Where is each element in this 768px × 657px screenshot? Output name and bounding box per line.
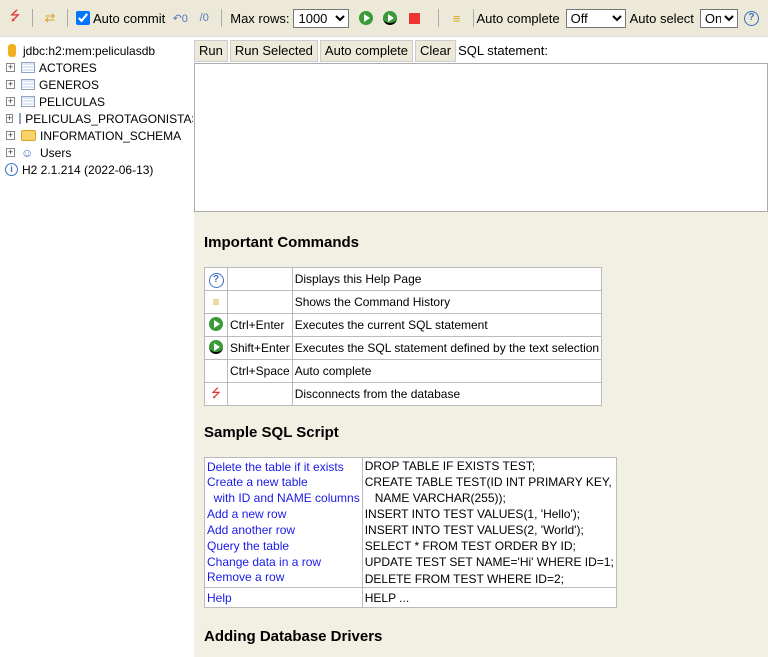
table-row: Query the table SELECT * FROM TEST ORDER … (204, 538, 617, 554)
max-rows-select[interactable]: 1000 (293, 8, 350, 28)
table-row: Shift+Enter Executes the SQL statement de… (204, 336, 603, 360)
auto-commit-label: Auto commit (93, 10, 166, 26)
tree-item-peliculas[interactable]: + PELICULAS (0, 93, 193, 110)
info-icon: i (5, 163, 18, 176)
help-link[interactable]: Help (207, 591, 232, 605)
connection-node[interactable]: jdbc:h2:mem:peliculasdb (0, 42, 193, 59)
sample-link[interactable]: with ID and NAME columns (207, 491, 360, 505)
separator (221, 9, 223, 27)
clear-button[interactable]: Clear (415, 39, 457, 62)
table-row: ⭍ Disconnects from the database (204, 382, 603, 406)
max-rows-label: Max rows: (230, 10, 290, 26)
commit-icon[interactable]: /0 (195, 9, 213, 27)
auto-complete-button[interactable]: Auto complete (319, 39, 414, 62)
sample-sql-title: Sample SQL Script (204, 424, 339, 441)
separator (473, 9, 475, 27)
table-icon (19, 113, 22, 124)
rollback-icon[interactable]: ↶0 (171, 9, 189, 27)
version-node: i H2 2.1.214 (2022-06-13) (0, 161, 193, 178)
auto-select-select[interactable]: On (699, 8, 738, 28)
help-icon[interactable]: ? (743, 10, 759, 26)
folder-icon (21, 130, 36, 141)
expand-icon[interactable]: + (6, 131, 15, 140)
tree-item-peliculas-protagonistas[interactable]: + PELICULAS_PROTAGONISTAS (0, 110, 193, 127)
tree-item-generos[interactable]: + GENEROS (0, 76, 193, 93)
sample-link[interactable]: Delete the table if it exists (207, 460, 344, 474)
table-row: ≡ Shows the Command History (204, 290, 603, 314)
sql-statement-label: SQL statement: (458, 43, 548, 58)
expand-icon[interactable]: + (6, 80, 15, 89)
refresh-icon[interactable]: ⇄ (41, 9, 59, 27)
sample-link[interactable]: Create a new table (207, 475, 308, 489)
table-row: Ctrl+Space Auto complete (204, 359, 603, 383)
sample-link[interactable]: Change data in a row (207, 555, 321, 569)
table-row: Remove a row DELETE FROM TEST WHERE ID=2; (204, 570, 617, 588)
tree-item-information-schema[interactable]: + INFORMATION_SCHEMA (0, 127, 193, 144)
disconnect-icon: ⭍ (204, 382, 228, 406)
commands-table: ? Displays this Help Page ≡ Shows the Comm… (204, 267, 603, 406)
stop-icon[interactable] (409, 12, 421, 24)
table-row: with ID and NAME columns NAME VARCHAR(25… (204, 490, 617, 506)
sql-input[interactable] (194, 63, 768, 212)
history-icon[interactable]: ≡ (447, 9, 465, 27)
disconnect-icon[interactable]: ⭍ (6, 8, 24, 27)
auto-select-label: Auto select (629, 10, 694, 26)
run-icon (209, 316, 223, 331)
expand-icon[interactable]: + (6, 114, 14, 123)
auto-complete-select[interactable]: Off (565, 8, 626, 28)
adding-drivers-title: Adding Database Drivers (204, 628, 383, 645)
sample-link[interactable]: Query the table (207, 539, 289, 553)
sample-link[interactable]: Remove a row (207, 570, 284, 584)
separator (438, 9, 440, 27)
table-row: Create a new table CREATE TABLE TEST(ID I… (204, 474, 617, 490)
run-icon[interactable] (359, 11, 374, 25)
users-icon: ☺ (21, 145, 34, 160)
table-row: Change data in a row UPDATE TEST SET NAME… (204, 554, 617, 570)
table-icon (21, 79, 35, 90)
sample-link[interactable]: Add another row (207, 523, 295, 537)
table-row: Ctrl+Enter Executes the current SQL state… (204, 313, 603, 337)
expand-icon[interactable]: + (6, 63, 15, 72)
tree-item-actores[interactable]: + ACTORES (0, 59, 193, 76)
table-icon (21, 96, 35, 107)
run-selected-icon[interactable] (383, 11, 398, 25)
table-icon (21, 62, 35, 73)
table-row: Add a new row INSERT INTO TEST VALUES(1, … (204, 506, 617, 522)
table-row: Help HELP ... (204, 587, 617, 608)
table-row: Add another row INSERT INTO TEST VALUES(2… (204, 522, 617, 538)
expand-icon[interactable]: + (6, 97, 15, 106)
table-row: Delete the table if it exists DROP TABLE … (204, 457, 617, 474)
auto-commit-checkbox[interactable] (76, 11, 90, 25)
toolbar: ⭍ ⇄ Auto commit ↶0 /0 Max rows: 1000 ≡ A… (0, 0, 768, 37)
history-icon: ≡ (204, 290, 228, 314)
separator (32, 9, 33, 27)
editor-toolbar: Run Run Selected Auto complete Clear SQL… (194, 38, 768, 63)
important-commands-title: Important Commands (204, 234, 360, 251)
sample-sql-table: Delete the table if it exists DROP TABLE … (204, 457, 617, 608)
run-selected-button[interactable]: Run Selected (229, 39, 318, 62)
schema-tree: jdbc:h2:mem:peliculasdb + ACTORES + GENERO… (0, 38, 193, 657)
run-selected-icon (209, 339, 223, 354)
sample-link[interactable]: Add a new row (207, 507, 286, 521)
table-row: ? Displays this Help Page (204, 267, 603, 291)
separator (67, 9, 68, 27)
auto-complete-label: Auto complete (476, 10, 560, 26)
tree-item-users[interactable]: + ☺ Users (0, 144, 193, 161)
database-icon (8, 44, 16, 57)
help-panel: Important Commands ? Displays this Help P… (194, 212, 768, 657)
help-icon: ? (208, 272, 224, 288)
expand-icon[interactable]: + (6, 148, 15, 157)
run-button[interactable]: Run (194, 39, 228, 62)
